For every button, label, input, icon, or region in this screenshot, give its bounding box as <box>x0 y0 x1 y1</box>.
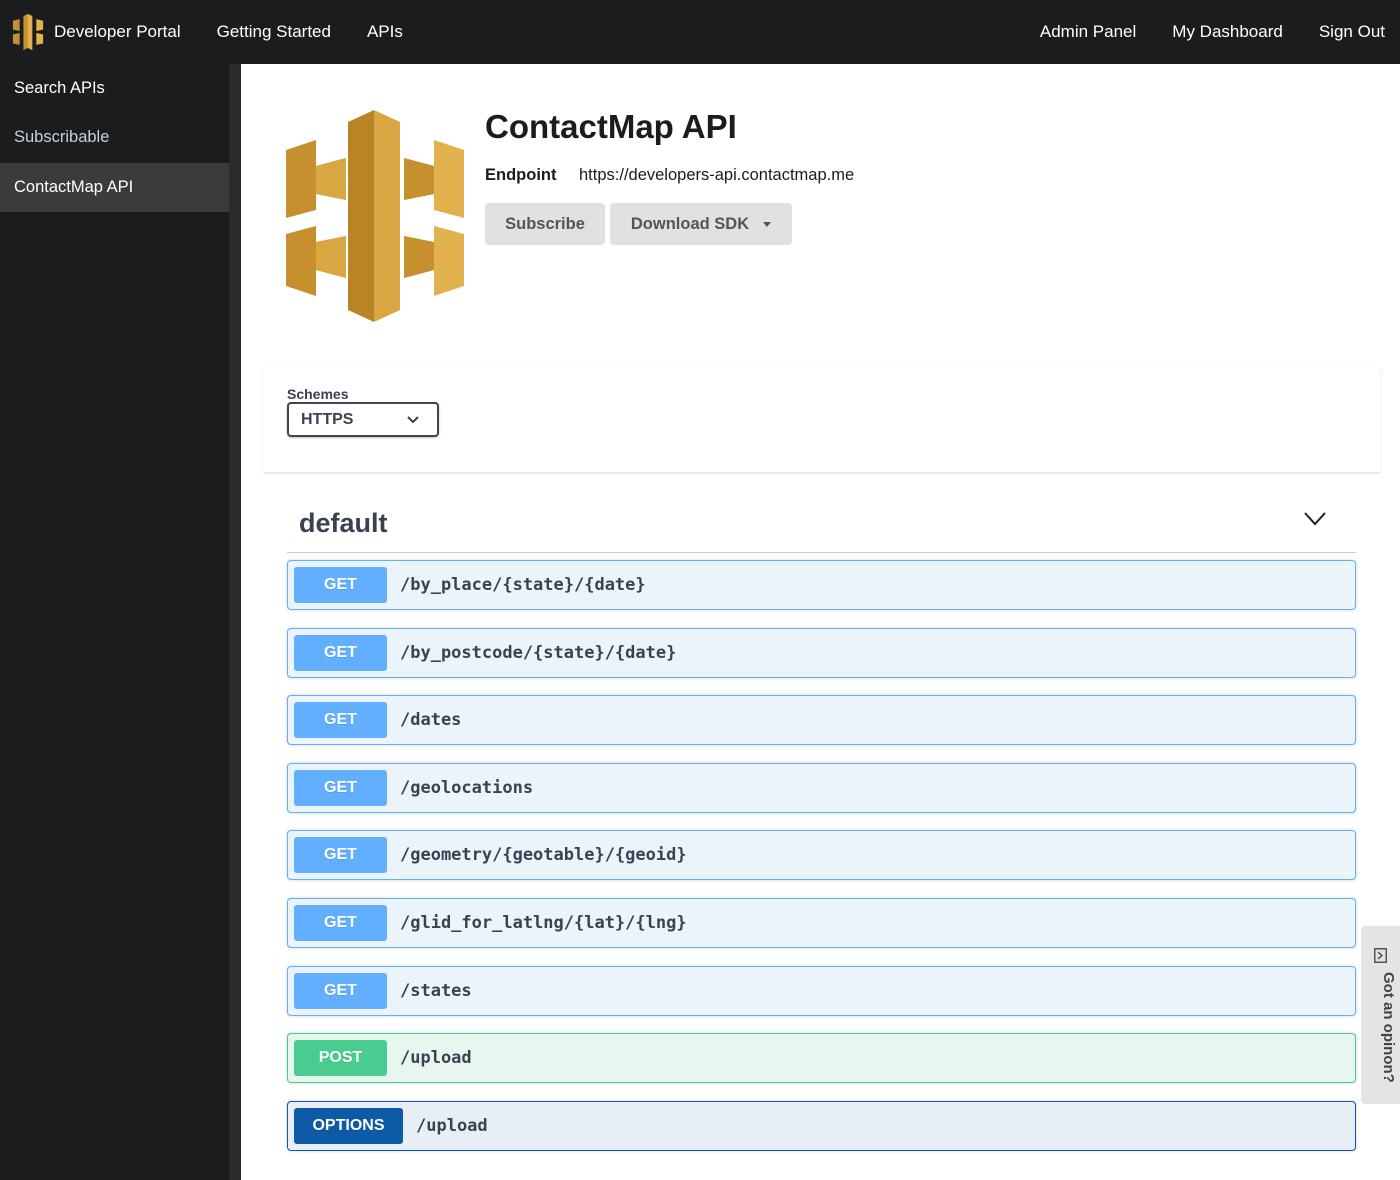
nav-getting-started[interactable]: Getting Started <box>199 0 349 64</box>
operation-row[interactable]: GET /glid_for_latlng/{lat}/{lng} <box>287 897 1356 948</box>
subscribe-button-label: Subscribe <box>505 214 585 233</box>
method-badge: POST <box>294 1040 387 1077</box>
method-badge: GET <box>294 769 387 806</box>
nav-my-dashboard[interactable]: My Dashboard <box>1154 0 1301 64</box>
feedback-label: Got an opinon? <box>1380 972 1397 1083</box>
operation-path: /geometry/{geotable}/{geoid} <box>400 845 687 866</box>
schemes-panel: Schemes HTTPS <box>263 368 1380 472</box>
schemes-selected-value: HTTPS <box>301 410 354 428</box>
schemes-label: Schemes <box>287 386 349 402</box>
nav-admin-panel[interactable]: Admin Panel <box>1022 0 1154 64</box>
operation-row[interactable]: GET /dates <box>287 695 1356 746</box>
operation-row[interactable]: GET /by_place/{state}/{date} <box>287 560 1356 610</box>
sidebar-scrollbar[interactable] <box>229 64 241 1180</box>
subscribe-button[interactable]: Subscribe <box>485 203 605 245</box>
feedback-tab[interactable]: Got an opinon? <box>1361 926 1400 1104</box>
collapse-chevron-icon[interactable] <box>1304 512 1326 526</box>
operation-path: /by_place/{state}/{date} <box>400 575 646 595</box>
operation-path: /upload <box>416 1115 488 1136</box>
operations-list: GET /by_place/{state}/{date} GET /by_pos… <box>287 560 1356 1168</box>
operation-path: /geolocations <box>400 777 534 798</box>
operation-row[interactable]: POST /upload <box>287 1033 1356 1084</box>
operation-path: /dates <box>400 710 462 731</box>
chevron-down-icon <box>407 416 419 424</box>
sidebar-item-subscribable[interactable]: Subscribable <box>0 113 229 162</box>
operation-path: /by_postcode/{state}/{date} <box>400 642 677 663</box>
api-logo-icon <box>286 110 464 322</box>
download-sdk-label: Download SDK <box>630 214 750 233</box>
sidebar: Search APIs Subscribable ContactMap API <box>0 64 229 1180</box>
method-badge: GET <box>294 702 387 739</box>
operation-path: /glid_for_latlng/{lat}/{lng} <box>400 912 687 933</box>
method-badge: GET <box>294 972 387 1009</box>
download-sdk-button[interactable]: Download SDK <box>610 203 792 245</box>
sidebar-item-search-apis[interactable]: Search APIs <box>0 64 229 113</box>
operation-path: /states <box>400 980 472 1001</box>
method-badge: GET <box>294 904 387 941</box>
api-gateway-logo-icon <box>12 14 44 50</box>
nav-sign-out[interactable]: Sign Out <box>1301 0 1400 64</box>
operation-row[interactable]: GET /by_postcode/{state}/{date} <box>287 627 1356 678</box>
brand[interactable]: Developer Portal <box>0 0 199 64</box>
method-badge: GET <box>294 634 387 671</box>
main-content: ContactMap API Endpoint https://develope… <box>241 64 1400 1180</box>
operation-row[interactable]: GET /states <box>287 965 1356 1016</box>
endpoint-label: Endpoint <box>485 166 557 184</box>
operation-row[interactable]: OPTIONS /upload <box>287 1100 1356 1151</box>
top-navbar: Developer Portal Getting Started APIs Ad… <box>0 0 1400 64</box>
feedback-icon <box>1374 948 1387 963</box>
nav-apis[interactable]: APIs <box>349 0 421 64</box>
method-badge: GET <box>294 837 387 874</box>
operation-path: /upload <box>400 1048 472 1069</box>
caret-down-icon <box>763 221 772 227</box>
brand-label[interactable]: Developer Portal <box>54 22 199 42</box>
method-badge: GET <box>294 567 387 603</box>
section-title: default <box>299 508 388 538</box>
schemes-select[interactable]: HTTPS <box>287 402 439 437</box>
method-badge: OPTIONS <box>294 1107 403 1144</box>
sidebar-item-contactmap-api[interactable]: ContactMap API <box>0 163 229 212</box>
api-title: ContactMap API <box>485 108 737 145</box>
operation-row[interactable]: GET /geolocations <box>287 762 1356 813</box>
section-default-header[interactable]: default <box>287 484 1356 553</box>
endpoint-value: https://developers-api.contactmap.me <box>579 166 855 184</box>
operation-row[interactable]: GET /geometry/{geotable}/{geoid} <box>287 830 1356 881</box>
